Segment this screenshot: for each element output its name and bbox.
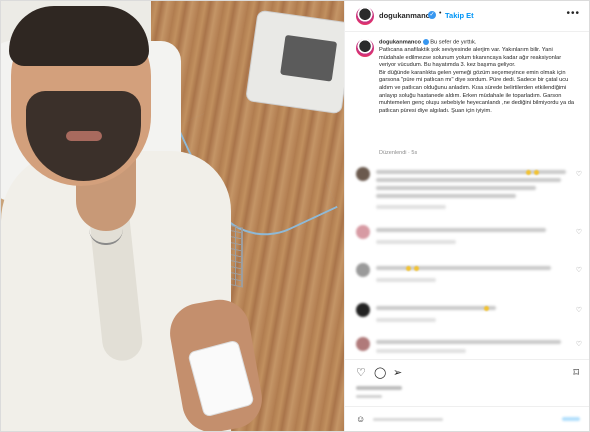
comment-meta-blurred [376, 349, 466, 353]
comment-meta-blurred [376, 318, 436, 322]
instagram-post-frame: dogukanmanco ✓ • Takip Et ••• dogukanman… [0, 0, 590, 432]
photo-monitor-screen [280, 34, 338, 82]
follow-button[interactable]: Takip Et [445, 11, 474, 20]
emoji-blurred [526, 170, 531, 175]
comment-avatar[interactable] [356, 337, 370, 351]
caption-paragraph2: Bir düğünde karanlıkta gelen yemeği gözü… [379, 69, 575, 114]
comment-text-blurred [376, 306, 496, 310]
comment-avatar[interactable] [356, 225, 370, 239]
comment-like-icon[interactable]: ♡ [576, 228, 582, 236]
header-username[interactable]: dogukanmanco [379, 11, 434, 20]
comment-like-icon[interactable]: ♡ [576, 266, 582, 274]
emoji-blurred [414, 266, 419, 271]
bookmark-icon[interactable]: ⌑ [573, 366, 579, 379]
comment-meta-blurred [376, 205, 446, 209]
post-header: dogukanmanco ✓ • Takip Et ••• [345, 1, 589, 32]
comment-item: ♡ [356, 303, 584, 327]
post-comment-button[interactable] [562, 417, 580, 421]
comment-item: ♡ [356, 225, 584, 249]
caption-paragraph1: Patlıcana anafilaktik şok seviyesinde al… [379, 47, 562, 69]
comment-text-blurred [376, 266, 551, 270]
comment-item: ♡ [356, 263, 584, 287]
comment-avatar[interactable] [356, 263, 370, 277]
comment-like-icon[interactable]: ♡ [576, 170, 582, 178]
comment-icon[interactable]: ◯ [374, 366, 386, 379]
caption-avatar[interactable] [356, 39, 374, 57]
comment-text-blurred [376, 194, 516, 198]
comment-item: ♡ [356, 337, 584, 361]
comment-text-blurred [376, 178, 561, 182]
heart-icon[interactable]: ♡ [356, 366, 366, 379]
emoji-icon[interactable]: ☺ [356, 414, 365, 424]
photo-hair [9, 6, 149, 66]
caption-text: dogukanmanco Bu sefer de yırttık. Patlıc… [379, 39, 579, 115]
emoji-blurred [484, 306, 489, 311]
more-options-icon[interactable]: ••• [566, 8, 580, 19]
post-photo [1, 1, 344, 431]
emoji-blurred [534, 170, 539, 175]
emoji-blurred [406, 266, 411, 271]
comment-avatar[interactable] [356, 167, 370, 181]
comment-text-blurred [376, 186, 536, 190]
likes-count-blurred[interactable] [356, 386, 402, 390]
comment-text-blurred [376, 340, 561, 344]
profile-avatar[interactable] [356, 7, 374, 25]
caption-line1: Bu sefer de yırttık. [430, 39, 477, 46]
comment-meta-blurred [376, 240, 456, 244]
post-date-blurred [356, 395, 382, 398]
comment-avatar[interactable] [356, 303, 370, 317]
verified-badge-icon: ✓ [428, 11, 436, 19]
photo-mouth [66, 131, 102, 141]
comment-like-icon[interactable]: ♡ [576, 340, 582, 348]
comment-like-icon[interactable]: ♡ [576, 306, 582, 314]
comment-text-blurred [376, 228, 546, 232]
share-icon[interactable]: ➢ [393, 366, 402, 379]
add-comment-input[interactable] [373, 418, 443, 421]
comment-meta-blurred [376, 278, 436, 282]
header-separator: • [439, 10, 442, 17]
post-actions: ♡ ◯ ➢ ⌑ ☺ [345, 359, 589, 431]
caption-username[interactable]: dogukanmanco [379, 40, 421, 46]
add-comment-bar: ☺ [345, 406, 589, 431]
post-side-panel: dogukanmanco ✓ • Takip Et ••• dogukanman… [344, 1, 589, 431]
caption-meta: Düzenlendi · 5s [379, 150, 418, 156]
verified-badge-icon [422, 39, 429, 45]
comment-item: ♡ [356, 167, 584, 215]
